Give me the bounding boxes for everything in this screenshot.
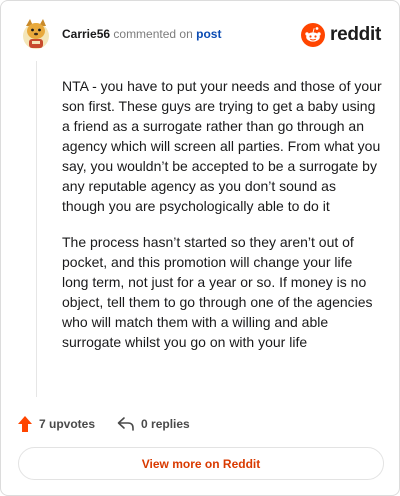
upvote-count: 7 upvotes — [39, 417, 96, 431]
comment-header: Carrie56 commented on post reddit — [17, 17, 383, 53]
reddit-snoo-icon — [301, 23, 326, 47]
brand-wordmark: reddit — [330, 24, 381, 45]
reply-button[interactable]: 0 replies — [117, 416, 190, 432]
reply-arrow-icon — [117, 417, 134, 431]
dog-avatar-icon — [23, 19, 49, 49]
comment-footer: 7 upvotes 0 replies — [17, 413, 212, 435]
post-link[interactable]: post — [196, 27, 221, 41]
author-name[interactable]: Carrie56 — [62, 27, 110, 41]
thread-line — [36, 61, 37, 397]
action-text: commented on — [113, 27, 193, 41]
comment-body: NTA - you have to put your needs and tho… — [62, 76, 382, 368]
reddit-brand[interactable]: reddit — [301, 21, 381, 49]
comment-meta: Carrie56 commented on post — [62, 27, 221, 41]
upvote-arrow-icon — [18, 416, 32, 432]
upvote-button[interactable]: 7 upvotes — [17, 415, 95, 433]
comment-paragraph: The process hasn’t started so they aren’… — [62, 234, 373, 350]
view-more-button[interactable]: View more on Reddit — [18, 447, 384, 480]
comment-embed-card: Carrie56 commented on post reddit NTA - … — [0, 0, 400, 496]
comment-paragraph: NTA - you have to put your needs and tho… — [62, 78, 382, 214]
user-avatar[interactable] — [21, 17, 51, 51]
reply-count: 0 replies — [141, 417, 190, 431]
